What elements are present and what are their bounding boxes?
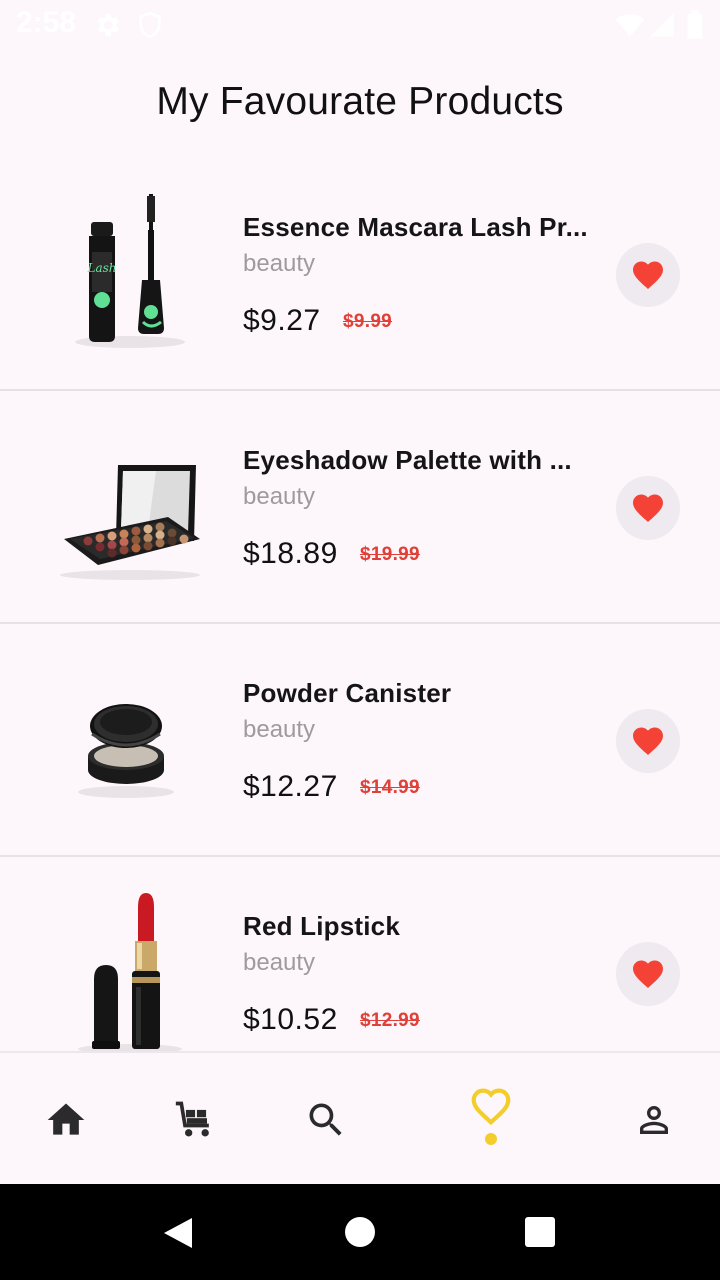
system-navigation-bar [0,1184,720,1280]
heart-filled-icon [633,261,663,290]
remove-favourite-button[interactable] [616,243,680,307]
person-icon [640,1105,668,1134]
settings-icon [97,13,119,37]
product-row[interactable]: Eyeshadow Palette with ... beauty $18.89… [0,391,720,624]
nav-home[interactable] [36,1053,96,1186]
battery-icon [687,10,703,39]
product-old-price: $19.99 [360,544,420,565]
active-indicator-dot [485,1133,497,1145]
status-bar: 2:58 [0,0,720,48]
product-old-price: $12.99 [360,1010,420,1031]
heart-filled-icon [633,960,663,989]
product-title[interactable]: Eyeshadow Palette with ... [243,445,588,476]
product-price: $9.27 [243,304,321,337]
wifi-icon [615,14,645,37]
svg-text:Lash: Lash [86,261,116,275]
product-title[interactable]: Red Lipstick [243,911,588,942]
product-category: beauty [243,949,316,976]
search-icon [309,1103,342,1136]
remove-favourite-button[interactable] [616,942,680,1006]
product-price: $12.27 [243,770,338,803]
shield-icon [139,11,161,39]
heart-outline-icon [471,1088,511,1125]
recents-icon[interactable] [525,1217,555,1247]
heart-filled-icon [633,727,663,756]
product-image-mascara: Lash [75,194,185,348]
nav-profile[interactable] [624,1053,684,1186]
product-old-price: $9.99 [343,311,393,332]
product-price: $10.52 [243,1003,338,1036]
product-row[interactable]: Red Lipstick beauty $10.52 $12.99 [0,857,720,1051]
product-category: beauty [243,250,316,277]
product-image-powder-canister [78,704,174,798]
remove-favourite-button[interactable] [616,476,680,540]
product-row[interactable]: Powder Canister beauty $12.27 $14.99 [0,624,720,857]
product-price: $18.89 [243,537,338,570]
heart-filled-icon [633,494,663,523]
nav-search[interactable] [296,1053,356,1186]
product-image-eyeshadow-palette [60,465,200,580]
back-icon[interactable] [162,1216,194,1250]
signal-icon [650,13,674,37]
cart-icon [175,1101,209,1136]
product-old-price: $14.99 [360,777,420,798]
product-image-lipstick [78,893,182,1051]
product-title[interactable]: Essence Mascara Lash Pr... [243,212,588,243]
nav-favourites[interactable] [460,1053,522,1186]
product-category: beauty [243,483,316,510]
product-row[interactable]: Lash Essence Mascara Lash Pr... beauty $… [0,158,720,391]
home-icon [47,1103,85,1135]
status-time: 2:58 [16,6,77,39]
nav-cart[interactable] [166,1053,226,1186]
page-title: My Favourate Products [156,80,564,123]
product-category: beauty [243,716,316,743]
product-title[interactable]: Powder Canister [243,678,588,709]
bottom-navigation [0,1051,720,1184]
remove-favourite-button[interactable] [616,709,680,773]
favourite-product-list[interactable]: Lash Essence Mascara Lash Pr... beauty $… [0,158,720,1051]
home-circle-icon[interactable] [344,1216,376,1248]
